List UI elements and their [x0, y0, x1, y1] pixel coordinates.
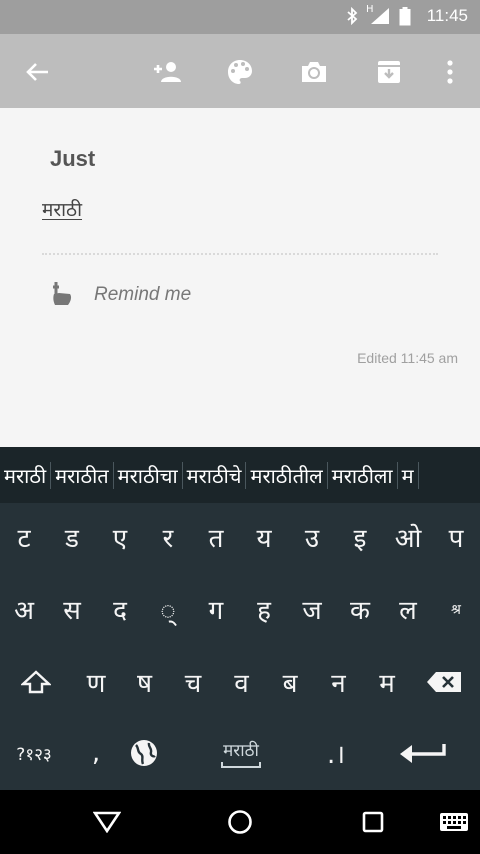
key-8-row2[interactable]: क — [336, 579, 384, 639]
key-5-row2[interactable]: ग — [192, 579, 240, 639]
key-1-row1[interactable]: ट — [0, 507, 48, 567]
period-key[interactable]: .। — [312, 723, 360, 783]
enter-arrow-icon — [400, 744, 446, 763]
key-5-row1[interactable]: त — [192, 507, 240, 567]
back-arrow-icon — [26, 63, 48, 81]
toolbar — [0, 34, 480, 108]
key-1-row3[interactable]: ण — [72, 652, 120, 712]
signal-icon — [370, 7, 390, 29]
globe-icon — [131, 740, 157, 766]
archive-icon — [378, 61, 400, 83]
suggestion-item[interactable]: मराठी — [0, 461, 52, 489]
add-collaborator-button[interactable] — [145, 52, 185, 92]
keyboard-switch-button[interactable] — [434, 804, 474, 840]
symbols-key[interactable]: ?१२३ — [10, 723, 58, 783]
keyboard-row-1: टडएरतयउइओप — [0, 507, 480, 577]
key-3-row3[interactable]: च — [169, 652, 217, 712]
comma-key[interactable]: , — [72, 723, 120, 783]
space-key-label: मराठी — [223, 740, 259, 761]
enter-key[interactable] — [392, 723, 452, 783]
nav-home-button[interactable] — [220, 804, 260, 840]
key-9-row1[interactable]: ओ — [384, 507, 432, 567]
key-10-row1[interactable]: प — [432, 507, 480, 567]
key-2-row2[interactable]: स — [48, 579, 96, 639]
suggestion-strip: मराठी मराठीत मराठीचा मराठीचे मराठीतील मराठीला… — [0, 447, 480, 503]
nav-recents-button[interactable] — [353, 804, 393, 840]
back-icon — [93, 811, 121, 833]
suggestion-item[interactable]: मराठीला — [328, 461, 398, 489]
divider — [42, 253, 438, 255]
backspace-icon — [427, 672, 461, 692]
keyboard-row-4: ?१२३ , मराठी .। — [0, 723, 480, 793]
suggestion-item[interactable]: मराठीत — [51, 461, 114, 489]
key-2-row1[interactable]: ड — [48, 507, 96, 567]
keyboard-row-2: अ स द् ग ह ज क ल श्र — [0, 579, 480, 649]
note-title[interactable]: Just — [50, 146, 95, 172]
key-2-row3[interactable]: ष — [121, 652, 169, 712]
note-editor: Just मराठी Remind me Edited 11:45 am — [0, 108, 480, 447]
backspace-key[interactable] — [420, 652, 468, 712]
shift-icon — [21, 670, 51, 694]
clock: 11:45 — [426, 6, 468, 25]
add-collaborator-icon — [154, 62, 181, 82]
camera-icon — [302, 62, 326, 82]
note-body[interactable]: मराठी — [42, 196, 82, 222]
recents-icon — [362, 811, 384, 833]
battery-icon — [399, 7, 411, 30]
home-icon — [228, 810, 252, 834]
more-options-button[interactable] — [430, 52, 470, 92]
suggestion-item[interactable]: मराठीतील — [246, 461, 328, 489]
bluetooth-icon — [346, 6, 358, 29]
space-key[interactable]: मराठी — [196, 723, 286, 783]
key-7-row3[interactable]: म — [363, 652, 411, 712]
suggestion-item[interactable]: मराठीचा — [114, 461, 183, 489]
key-7-row1[interactable]: उ — [288, 507, 336, 567]
more-vert-icon — [447, 60, 453, 84]
back-button[interactable] — [17, 52, 57, 92]
key-8-row1[interactable]: इ — [336, 507, 384, 567]
keyboard-row-3: णषचवबनम — [0, 652, 480, 722]
keyboard: मराठी मराठीत मराठीचा मराठीचे मराठीतील मराठीला… — [0, 447, 480, 790]
space-bar-icon — [221, 761, 261, 768]
language-key[interactable] — [120, 723, 168, 783]
palette-button[interactable] — [220, 52, 260, 92]
key-4-row2[interactable]: ् — [144, 579, 192, 639]
key-6-row3[interactable]: न — [315, 652, 363, 712]
palette-icon — [228, 60, 252, 84]
camera-button[interactable] — [294, 52, 334, 92]
key-10-row2[interactable]: श्र — [432, 579, 480, 639]
nav-back-button[interactable] — [87, 804, 127, 840]
reminder-hand-icon — [53, 282, 72, 305]
edited-timestamp: Edited 11:45 am — [357, 350, 458, 366]
key-1-row2[interactable]: अ — [0, 579, 48, 639]
key-4-row3[interactable]: व — [218, 652, 266, 712]
keyboard-switch-icon — [440, 813, 468, 831]
key-9-row2[interactable]: ल — [384, 579, 432, 639]
remind-me-label: Remind me — [94, 284, 192, 305]
navigation-bar — [0, 790, 480, 854]
key-3-row1[interactable]: ए — [96, 507, 144, 567]
remind-me-button[interactable]: Remind me — [50, 280, 191, 310]
archive-button[interactable] — [369, 52, 409, 92]
key-6-row2[interactable]: ह — [240, 579, 288, 639]
suggestion-item[interactable]: मराठीचे — [183, 461, 247, 489]
key-5-row3[interactable]: ब — [266, 652, 314, 712]
key-7-row2[interactable]: ज — [288, 579, 336, 639]
shift-key[interactable] — [12, 652, 60, 712]
status-bar: H 11:45 — [0, 0, 480, 34]
suggestion-item[interactable]: म — [398, 461, 419, 489]
key-6-row1[interactable]: य — [240, 507, 288, 567]
key-3-row2[interactable]: द — [96, 579, 144, 639]
key-4-row1[interactable]: र — [144, 507, 192, 567]
